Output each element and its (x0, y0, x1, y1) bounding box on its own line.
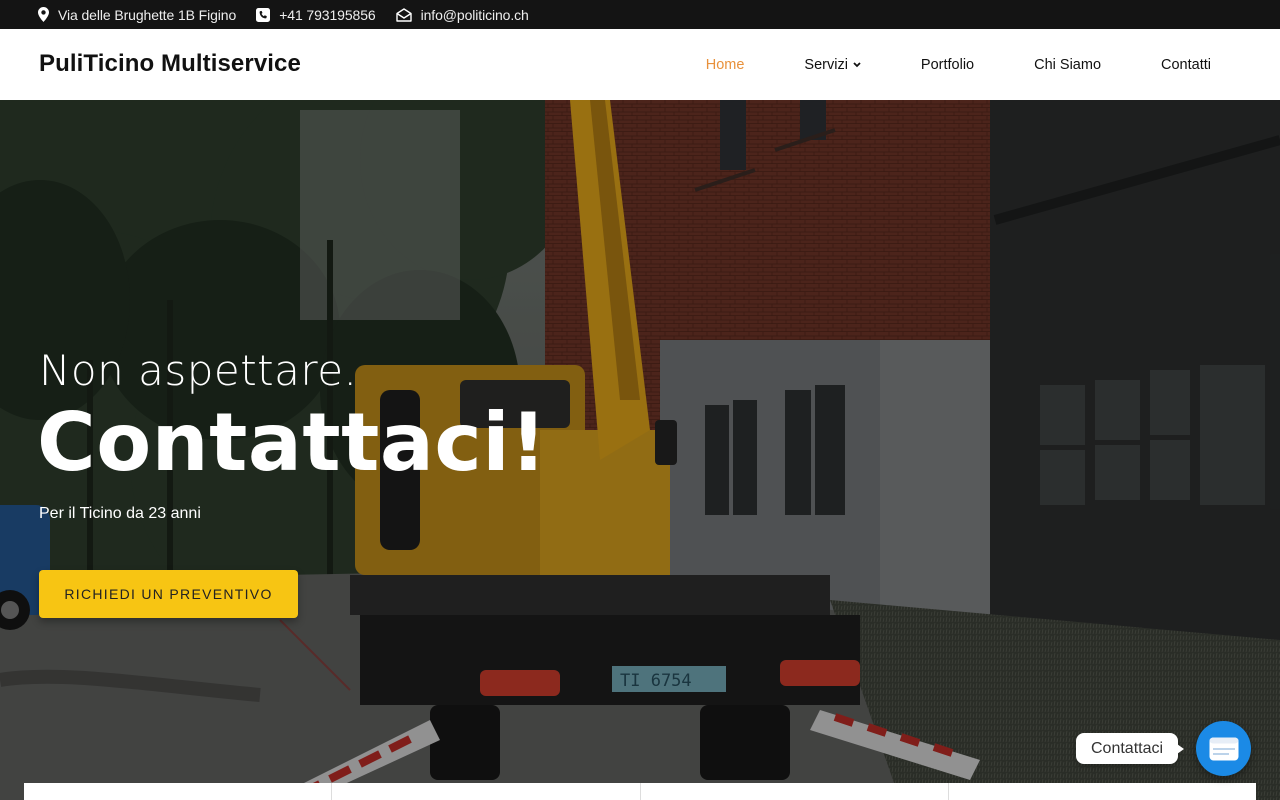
chat-widget-button[interactable] (1196, 721, 1251, 776)
address-text: Via delle Brughette 1B Figino (58, 6, 237, 23)
nav-item-label: Home (705, 56, 745, 73)
nav-item-home[interactable]: Home (706, 57, 745, 73)
feature-card (332, 783, 641, 800)
phone-icon (256, 7, 271, 22)
feature-card (948, 783, 1256, 800)
site-header: PuliTicino Multiservice Home Servizi Por… (0, 29, 1280, 100)
nav-item-label: Chi Siamo (1034, 56, 1102, 73)
nav-item-contatti[interactable]: Contatti (1161, 57, 1211, 73)
main-nav: Home Servizi Portfolio Chi Siamo Contatt… (646, 29, 1211, 100)
email-item[interactable]: info@politicino.ch (395, 6, 529, 23)
nav-item-label: Servizi (804, 56, 848, 73)
hero-title: Contattaci! (37, 396, 548, 489)
chevron-down-icon (853, 61, 861, 67)
chat-label-text: Contattaci (1091, 739, 1164, 757)
chat-window-icon (1209, 737, 1238, 760)
feature-card (24, 783, 333, 800)
hero-section: TI 6754 Non aspettare. Contattaci! Per i… (0, 100, 1280, 800)
nav-item-label: Contatti (1161, 56, 1211, 73)
map-pin-icon (38, 7, 49, 22)
address-item: Via delle Brughette 1B Figino (38, 7, 236, 23)
request-quote-label: RICHIEDI UN PREVENTIVO (64, 586, 273, 602)
nav-item-label: Portfolio (920, 56, 975, 73)
feature-card (640, 783, 949, 800)
nav-item-chi-siamo[interactable]: Chi Siamo (1034, 57, 1101, 73)
request-quote-button[interactable]: RICHIEDI UN PREVENTIVO (39, 570, 298, 618)
nav-item-servizi[interactable]: Servizi (804, 57, 861, 73)
chat-widget-label[interactable]: Contattaci (1076, 733, 1185, 764)
hero-tagline: Per il Ticino da 23 anni (39, 505, 201, 522)
envelope-icon (395, 7, 412, 22)
top-info-bar: Via delle Brughette 1B Figino +41 793195… (0, 0, 1280, 29)
phone-text: +41 793195856 (279, 6, 376, 23)
phone-item[interactable]: +41 793195856 (256, 6, 376, 23)
email-text: info@politicino.ch (420, 6, 529, 23)
nav-item-portfolio[interactable]: Portfolio (921, 57, 974, 73)
site-logo-text[interactable]: PuliTicino Multiservice (39, 50, 301, 78)
feature-cards-row (24, 783, 1256, 800)
hero-subtitle: Non aspettare. (39, 346, 358, 395)
